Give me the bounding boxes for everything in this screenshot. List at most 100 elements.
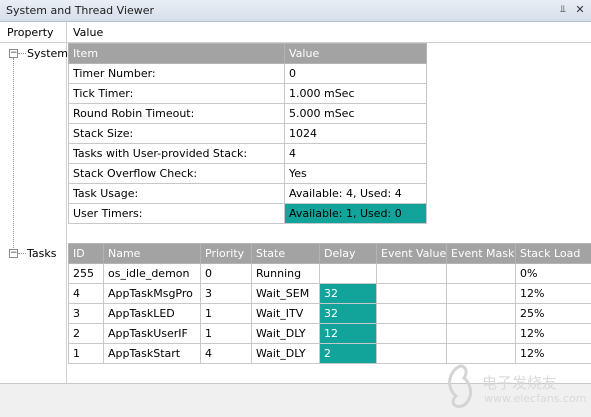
task-id: 255: [68, 263, 104, 284]
property-name: Tick Timer:: [68, 83, 285, 104]
task-name: os_idle_demon: [103, 263, 201, 284]
column-header-id[interactable]: ID: [68, 243, 104, 264]
tasks-collapse-toggle[interactable]: −: [9, 249, 18, 258]
system-properties-table: Item Value Timer Number: 0 Tick Timer: 1…: [68, 43, 427, 224]
property-value: 1.000 mSec: [284, 83, 427, 104]
tree-column-divider: [66, 43, 67, 383]
task-priority: 3: [200, 283, 252, 304]
pin-icon[interactable]: ⫫: [556, 3, 570, 17]
table-row[interactable]: 1 AppTaskStart 4 Wait_DLY 2 12%: [68, 343, 591, 364]
task-id: 1: [68, 343, 104, 364]
column-header-name[interactable]: Name: [103, 243, 201, 264]
table-row: Round Robin Timeout: 5.000 mSec: [68, 103, 427, 124]
close-icon[interactable]: ✕: [573, 3, 587, 17]
task-stack-load: 0%: [515, 263, 591, 284]
table-row: Timer Number: 0: [68, 63, 427, 84]
task-state: Wait_SEM: [251, 283, 320, 304]
task-event-mask: [446, 343, 516, 364]
table-header-row: ID Name Priority State Delay Event Value…: [68, 243, 591, 264]
task-name: AppTaskStart: [103, 343, 201, 364]
task-delay: 32: [319, 283, 377, 304]
watermark-icon: [448, 364, 472, 408]
watermark-logo: 电子发烧友 www.elecfans.com: [440, 362, 586, 412]
task-event-value: [376, 263, 447, 284]
task-stack-load: 12%: [515, 323, 591, 344]
tree-node-tasks[interactable]: Tasks: [27, 247, 56, 260]
task-event-mask: [446, 323, 516, 344]
property-name: Round Robin Timeout:: [68, 103, 285, 124]
column-header-priority[interactable]: Priority: [200, 243, 252, 264]
table-row[interactable]: 4 AppTaskMsgPro 3 Wait_SEM 32 12%: [68, 283, 591, 304]
property-name: Task Usage:: [68, 183, 285, 204]
task-name: AppTaskUserIF: [103, 323, 201, 344]
column-header-event-mask[interactable]: Event Mask: [446, 243, 516, 264]
table-row: User Timers: Available: 1, Used: 0: [68, 203, 427, 224]
property-value: 5.000 mSec: [284, 103, 427, 124]
property-name: Stack Size:: [68, 123, 285, 144]
tree-connector: [18, 253, 26, 254]
task-id: 3: [68, 303, 104, 324]
column-divider[interactable]: [66, 22, 67, 43]
table-row: Stack Size: 1024: [68, 123, 427, 144]
task-event-mask: [446, 283, 516, 304]
property-value: 0: [284, 63, 427, 84]
task-event-value: [376, 343, 447, 364]
task-priority: 1: [200, 303, 252, 324]
task-event-mask: [446, 303, 516, 324]
table-row: Tasks with User-provided Stack: 4: [68, 143, 427, 164]
tree-node-system[interactable]: System: [27, 47, 68, 60]
property-value: Yes: [284, 163, 427, 184]
tree-connector: [18, 53, 26, 54]
tasks-table: ID Name Priority State Delay Event Value…: [68, 243, 591, 364]
column-header-stack-load[interactable]: Stack Load: [515, 243, 591, 264]
table-header-row: Item Value: [68, 43, 427, 64]
watermark-text: 电子发烧友: [482, 374, 558, 392]
task-priority: 1: [200, 323, 252, 344]
task-delay: 12: [319, 323, 377, 344]
property-name: Timer Number:: [68, 63, 285, 84]
table-row[interactable]: 3 AppTaskLED 1 Wait_ITV 32 25%: [68, 303, 591, 324]
column-header-state[interactable]: State: [251, 243, 320, 264]
property-value: 4: [284, 143, 427, 164]
property-name: Tasks with User-provided Stack:: [68, 143, 285, 164]
system-collapse-toggle[interactable]: −: [9, 49, 18, 58]
property-grid-header: Property Value: [0, 22, 591, 43]
value-column-header[interactable]: Value: [73, 26, 103, 39]
task-id: 4: [68, 283, 104, 304]
table-row[interactable]: 255 os_idle_demon 0 Running 0%: [68, 263, 591, 284]
task-event-value: [376, 283, 447, 304]
task-state: Wait_ITV: [251, 303, 320, 324]
task-stack-load: 12%: [515, 283, 591, 304]
property-name: Stack Overflow Check:: [68, 163, 285, 184]
task-priority: 0: [200, 263, 252, 284]
task-name: AppTaskLED: [103, 303, 201, 324]
window-title: System and Thread Viewer: [6, 4, 155, 17]
column-header-item: Item: [68, 43, 285, 64]
column-header-event-value[interactable]: Event Value: [376, 243, 447, 264]
table-row: Task Usage: Available: 4, Used: 4: [68, 183, 427, 204]
task-state: Wait_DLY: [251, 343, 320, 364]
task-event-mask: [446, 263, 516, 284]
window-titlebar: System and Thread Viewer ⫫ ✕: [0, 0, 591, 22]
tree-connector: [13, 58, 14, 254]
task-delay: 32: [319, 303, 377, 324]
table-row: Stack Overflow Check: Yes: [68, 163, 427, 184]
task-event-value: [376, 323, 447, 344]
task-stack-load: 25%: [515, 303, 591, 324]
task-delay: [319, 263, 377, 284]
column-header-delay[interactable]: Delay: [319, 243, 377, 264]
property-column-header[interactable]: Property: [7, 26, 54, 39]
property-value: 1024: [284, 123, 427, 144]
task-priority: 4: [200, 343, 252, 364]
property-value-highlighted: Available: 1, Used: 0: [284, 203, 427, 224]
task-id: 2: [68, 323, 104, 344]
task-name: AppTaskMsgPro: [103, 283, 201, 304]
task-state: Running: [251, 263, 320, 284]
property-value: Available: 4, Used: 4: [284, 183, 427, 204]
table-row: Tick Timer: 1.000 mSec: [68, 83, 427, 104]
table-row[interactable]: 2 AppTaskUserIF 1 Wait_DLY 12 12%: [68, 323, 591, 344]
task-stack-load: 12%: [515, 343, 591, 364]
task-delay: 2: [319, 343, 377, 364]
watermark-url: www.elecfans.com: [484, 392, 587, 405]
property-name: User Timers:: [68, 203, 285, 224]
